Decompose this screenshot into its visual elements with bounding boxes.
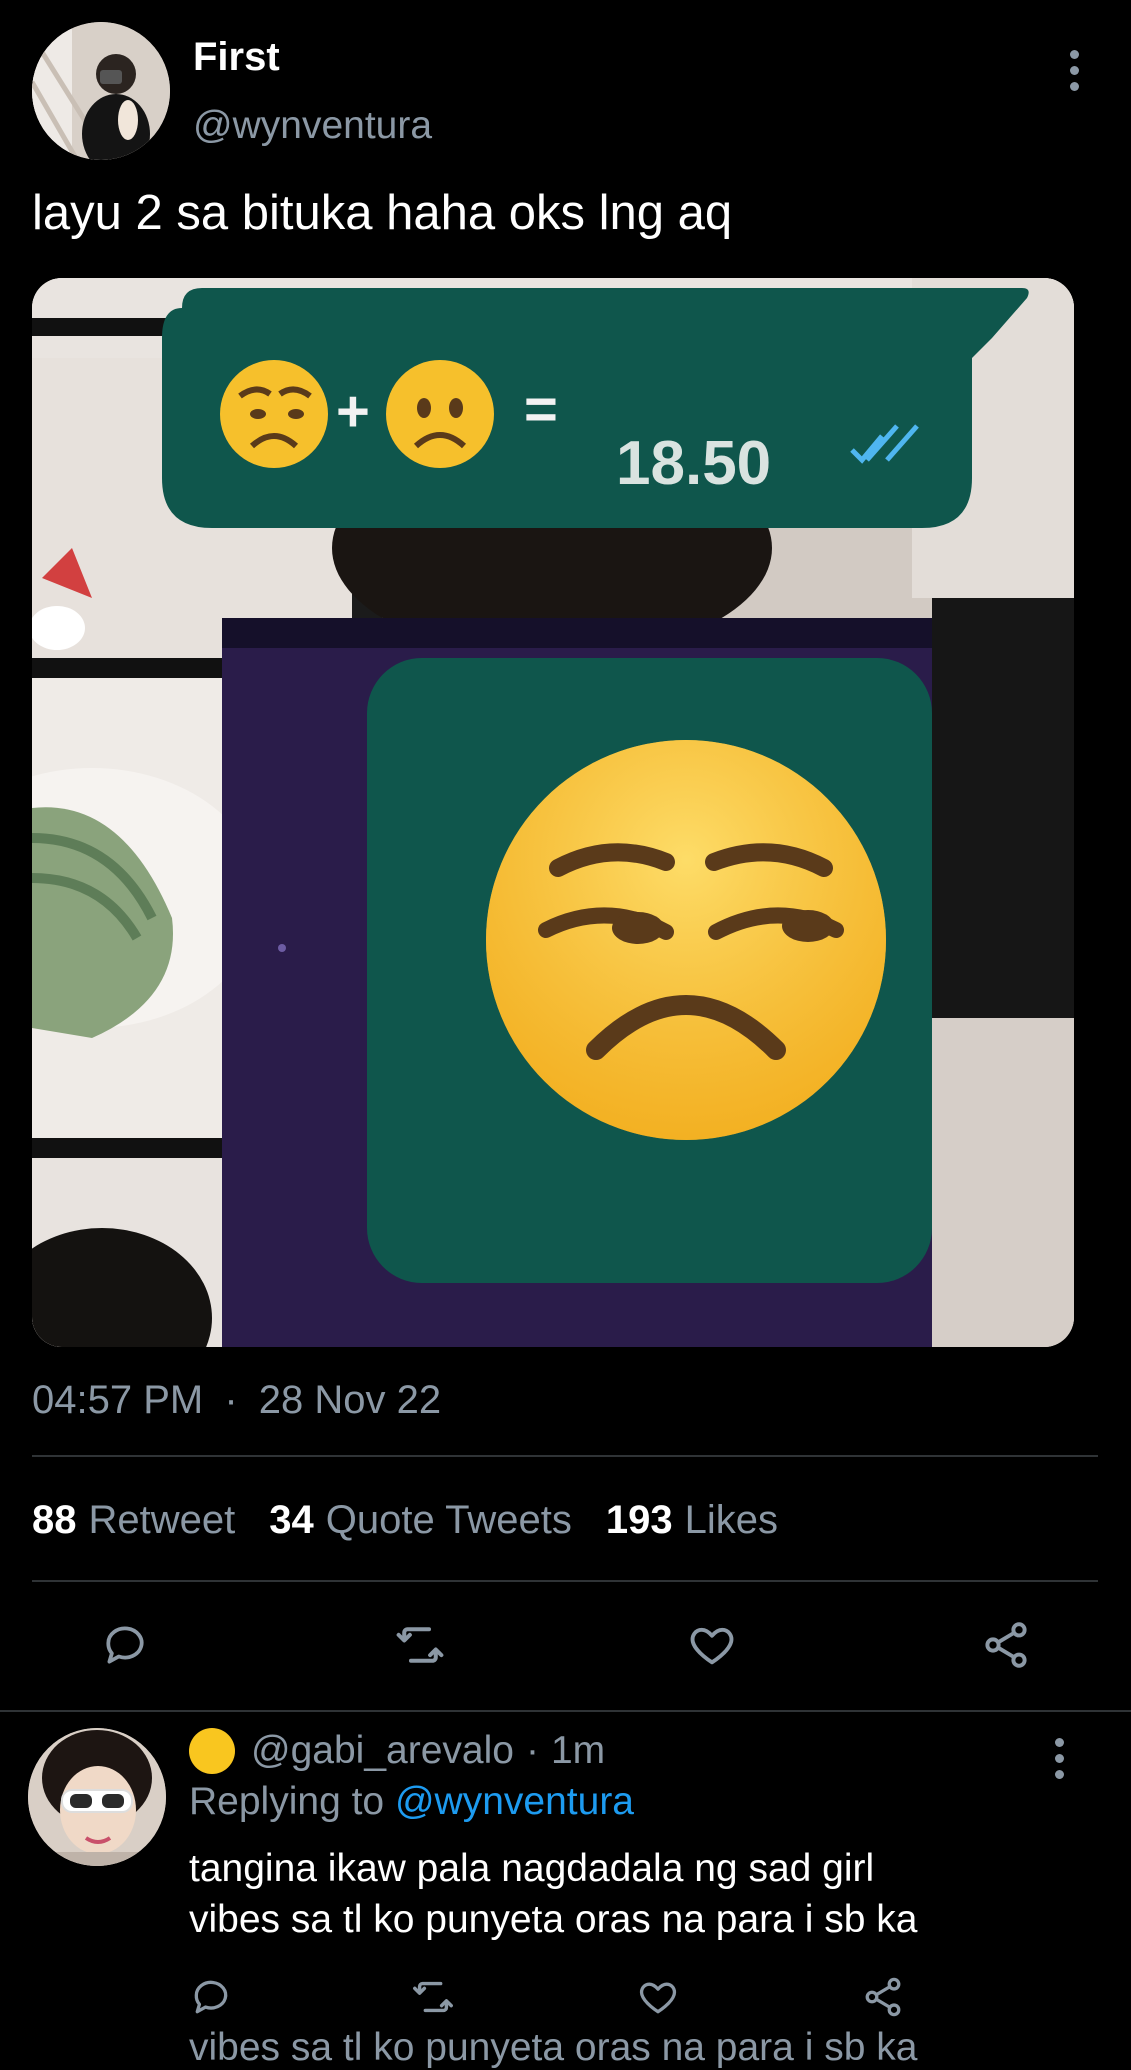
retweets-label: Retweet bbox=[88, 1498, 236, 1542]
timestamp-separator: · bbox=[224, 1378, 238, 1422]
reply-text: tangina ikaw pala nagdadala ng sad girl … bbox=[189, 1844, 917, 1945]
reply-text-line-1: tangina ikaw pala nagdadala ng sad girl bbox=[189, 1847, 875, 1890]
reply-reply-icon[interactable] bbox=[186, 1972, 236, 2022]
divider-2 bbox=[32, 1580, 1098, 1582]
replying-label: Replying to bbox=[189, 1780, 385, 1823]
quotes-stat[interactable]: 34 Quote Tweets bbox=[269, 1498, 572, 1543]
reply-like-icon[interactable] bbox=[633, 1972, 683, 2022]
retweet-icon[interactable] bbox=[390, 1615, 450, 1675]
timestamp-time: 04:57 PM bbox=[32, 1378, 204, 1422]
yellow-circle-icon bbox=[189, 1728, 235, 1774]
likes-count: 193 bbox=[605, 1498, 673, 1542]
quotes-label: Quote Tweets bbox=[325, 1498, 572, 1542]
retweets-count: 88 bbox=[32, 1498, 77, 1542]
reply-header: @gabi_arevalo · 1m bbox=[189, 1728, 605, 1774]
replying-handle-link[interactable]: @wynventura bbox=[395, 1780, 634, 1823]
quotes-count: 34 bbox=[269, 1498, 314, 1542]
share-icon[interactable] bbox=[976, 1615, 1036, 1675]
timestamp-date: 28 Nov 22 bbox=[258, 1378, 442, 1422]
reply-time: 1m bbox=[550, 1729, 606, 1772]
divider-1 bbox=[32, 1455, 1098, 1457]
bubble-plus-text: + bbox=[336, 379, 370, 444]
reply-more-options-icon[interactable] bbox=[1053, 1738, 1065, 1779]
reply-handle[interactable]: @gabi_arevalo bbox=[251, 1729, 514, 1773]
likes-stat[interactable]: 193 Likes bbox=[606, 1498, 778, 1543]
reply-avatar[interactable] bbox=[28, 1728, 166, 1866]
like-icon[interactable] bbox=[682, 1615, 742, 1675]
tweet-text: layu 2 sa bituka haha oks lng aq bbox=[32, 186, 733, 240]
replying-to: Replying to @wynventura bbox=[189, 1780, 634, 1824]
likes-label: Likes bbox=[684, 1498, 778, 1542]
author-avatar[interactable] bbox=[32, 22, 170, 160]
author-handle[interactable]: @wynventura bbox=[193, 104, 432, 148]
divider-3 bbox=[0, 1710, 1131, 1712]
tweet-stats: 88 Retweet 34 Quote Tweets 193 Likes bbox=[32, 1498, 778, 1543]
bubble-price-text: 18.50 bbox=[616, 429, 772, 498]
tweet-timestamp: 04:57 PM · 28 Nov 22 bbox=[32, 1378, 441, 1423]
reply-retweet-icon[interactable] bbox=[408, 1972, 458, 2022]
more-options-icon[interactable] bbox=[1068, 50, 1080, 91]
reply-share-icon[interactable] bbox=[858, 1972, 908, 2022]
retweets-stat[interactable]: 88 Retweet bbox=[32, 1498, 235, 1543]
bubble-equals-text: = bbox=[524, 377, 558, 442]
overflow-text-fragment: vibes sa tl ko punyeta oras na para i sb… bbox=[189, 2026, 918, 2069]
tweet-media[interactable]: + = 18.50 bbox=[32, 278, 1074, 1347]
reply-text-line-2: vibes sa tl ko punyeta oras na para i sb… bbox=[189, 1897, 918, 1941]
author-name[interactable]: First bbox=[193, 35, 280, 80]
reply-separator: · bbox=[525, 1729, 539, 1772]
reply-icon[interactable] bbox=[95, 1615, 155, 1675]
